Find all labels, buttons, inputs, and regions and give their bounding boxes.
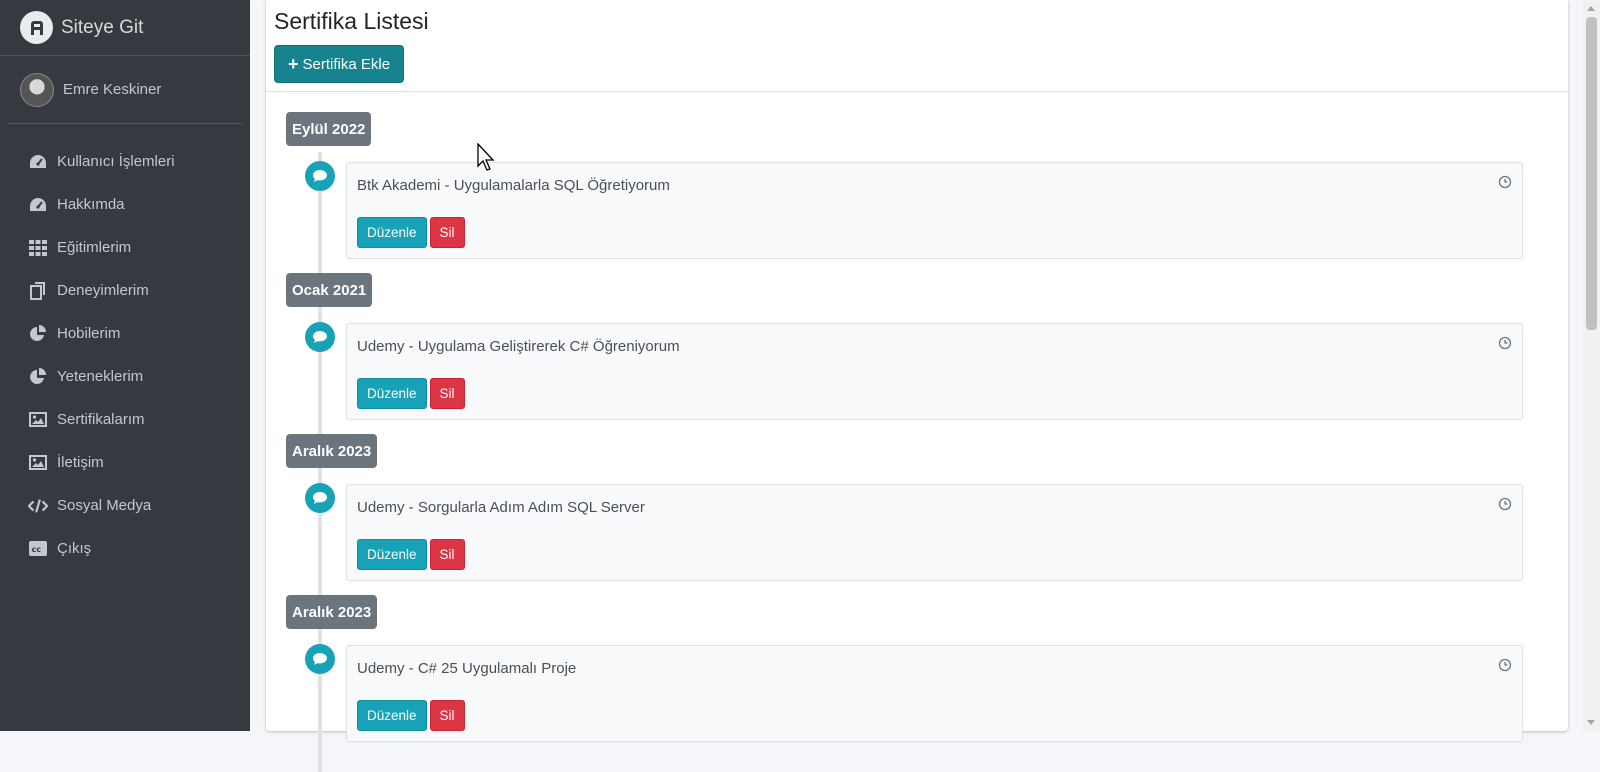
clock-icon [1498,336,1512,350]
sidebar-item-sertifikalarim[interactable]: Sertifikalarım [8,398,242,441]
timeline-item: Udemy - Uygulama Geliştirerek C# Öğreniy… [346,323,1523,420]
sidebar-item-label: Sosyal Medya [57,497,152,514]
sidebar-item-label: Eğitimlerim [57,239,132,256]
edit-button[interactable]: Düzenle [357,378,427,409]
card-header: Sertifika Listesi + Sertifika Ekle [266,0,1568,92]
clock-icon [1498,658,1512,672]
delete-button[interactable]: Sil [429,539,465,570]
sidebar-item-cikis[interactable]: cc Çıkış [8,527,242,570]
item-actions: Düzenle Sil [357,217,465,248]
tachometer-icon [28,152,48,172]
code-icon [28,496,48,516]
sidebar-item-hobilerim[interactable]: Hobilerim [8,312,242,355]
certificate-title: Udemy - C# 25 Uygulamalı Proje [357,660,577,677]
sidebar-item-hakkimda[interactable]: Hakkımda [8,183,242,226]
delete-button[interactable]: Sil [429,217,465,248]
comment-icon [305,161,335,191]
timeline: Eylül 2022 Btk Akademi - Uygulamalarla S… [286,112,1546,772]
item-actions: Düzenle Sil [357,378,465,409]
delete-button[interactable]: Sil [429,378,465,409]
sidebar-item-kullanici-islemleri[interactable]: Kullanıcı İşlemleri [8,140,242,183]
scroll-down-icon[interactable] [1587,720,1595,725]
plus-icon: + [288,53,299,74]
image-icon [28,410,48,430]
sidebar-item-yeteneklerim[interactable]: Yeteneklerim [8,355,242,398]
comment-icon [305,322,335,352]
clock-icon [1498,497,1512,511]
sidebar-item-label: Kullanıcı İşlemleri [57,153,175,170]
user-name: Emre Keskiner [63,81,162,98]
timeline-group: Aralık 2023 Udemy - Sorgularla Adım Adım… [286,434,1546,595]
timeline-item: Udemy - C# 25 Uygulamalı Proje Düzenle S… [346,645,1523,742]
user-panel[interactable]: Emre Keskiner [8,56,242,124]
add-button-label: Sertifika Ekle [302,55,391,73]
item-actions: Düzenle Sil [357,539,465,570]
certificate-title: Udemy - Sorgularla Adım Adım SQL Server [357,499,645,516]
mouse-cursor-icon [477,143,495,171]
sidebar-item-label: Hakkımda [57,196,125,213]
sidebar-item-label: Hobilerim [57,325,121,342]
timeline-item: Btk Akademi - Uygulamalarla SQL Öğretiyo… [346,162,1523,259]
comment-icon [305,644,335,674]
tachometer-icon [28,195,48,215]
date-label: Ocak 2021 [286,273,373,307]
add-certificate-button[interactable]: + Sertifika Ekle [274,45,405,83]
vertical-scrollbar[interactable] [1583,0,1600,731]
image-icon [28,453,48,473]
sidebar-item-sosyal-medya[interactable]: Sosyal Medya [8,484,242,527]
sidebar: Siteye Git Emre Keskiner Kullanıcı İşlem… [0,0,250,731]
sidebar-item-label: Çıkış [57,540,92,557]
pie-chart-icon [28,367,48,387]
certificate-title: Btk Akademi - Uygulamalarla SQL Öğretiyo… [357,177,670,194]
closed-captioning-icon: cc [28,539,48,559]
main-card: Sertifika Listesi + Sertifika Ekle Eylül… [266,0,1568,772]
timeline-item: Udemy - Sorgularla Adım Adım SQL Server … [346,484,1523,581]
item-actions: Düzenle Sil [357,700,465,731]
sidebar-item-egitimlerim[interactable]: Eğitimlerim [8,226,242,269]
svg-text:cc: cc [32,545,42,554]
edit-button[interactable]: Düzenle [357,539,427,570]
sidebar-item-label: Sertifikalarım [57,411,145,428]
edit-button[interactable]: Düzenle [357,217,427,248]
timeline-group: Aralık 2023 Udemy - C# 25 Uygulamalı Pro… [286,595,1546,756]
timeline-group: Eylül 2022 Btk Akademi - Uygulamalarla S… [286,112,1546,273]
page-title: Sertifika Listesi [274,8,429,34]
certificate-title: Udemy - Uygulama Geliştirerek C# Öğreniy… [357,338,680,355]
sidebar-item-label: Deneyimlerim [57,282,149,299]
date-label: Aralık 2023 [286,595,378,629]
grid-icon [28,238,48,258]
sidebar-item-iletisim[interactable]: İletişim [8,441,242,484]
sidebar-item-deneyimlerim[interactable]: Deneyimlerim [8,269,242,312]
clock-icon [1498,175,1512,189]
sidebar-item-label: İletişim [57,454,104,471]
pie-chart-icon [28,324,48,344]
comment-icon [305,483,335,513]
brand-logo-icon [20,11,53,44]
sidebar-item-label: Yeteneklerim [57,368,144,385]
date-label: Aralık 2023 [286,434,378,468]
brand-link[interactable]: Siteye Git [0,0,250,56]
edit-button[interactable]: Düzenle [357,700,427,731]
timeline-group: Ocak 2021 Udemy - Uygulama Geliştirerek … [286,273,1546,434]
delete-button[interactable]: Sil [429,700,465,731]
avatar [20,72,54,107]
brand-text: Siteye Git [61,16,144,38]
sidebar-nav: Kullanıcı İşlemleri Hakkımda Eğitimlerim… [0,140,250,570]
date-label: Eylül 2022 [286,112,372,146]
scroll-up-icon[interactable] [1587,6,1595,11]
copy-icon [28,281,48,301]
scrollbar-thumb[interactable] [1586,17,1597,330]
